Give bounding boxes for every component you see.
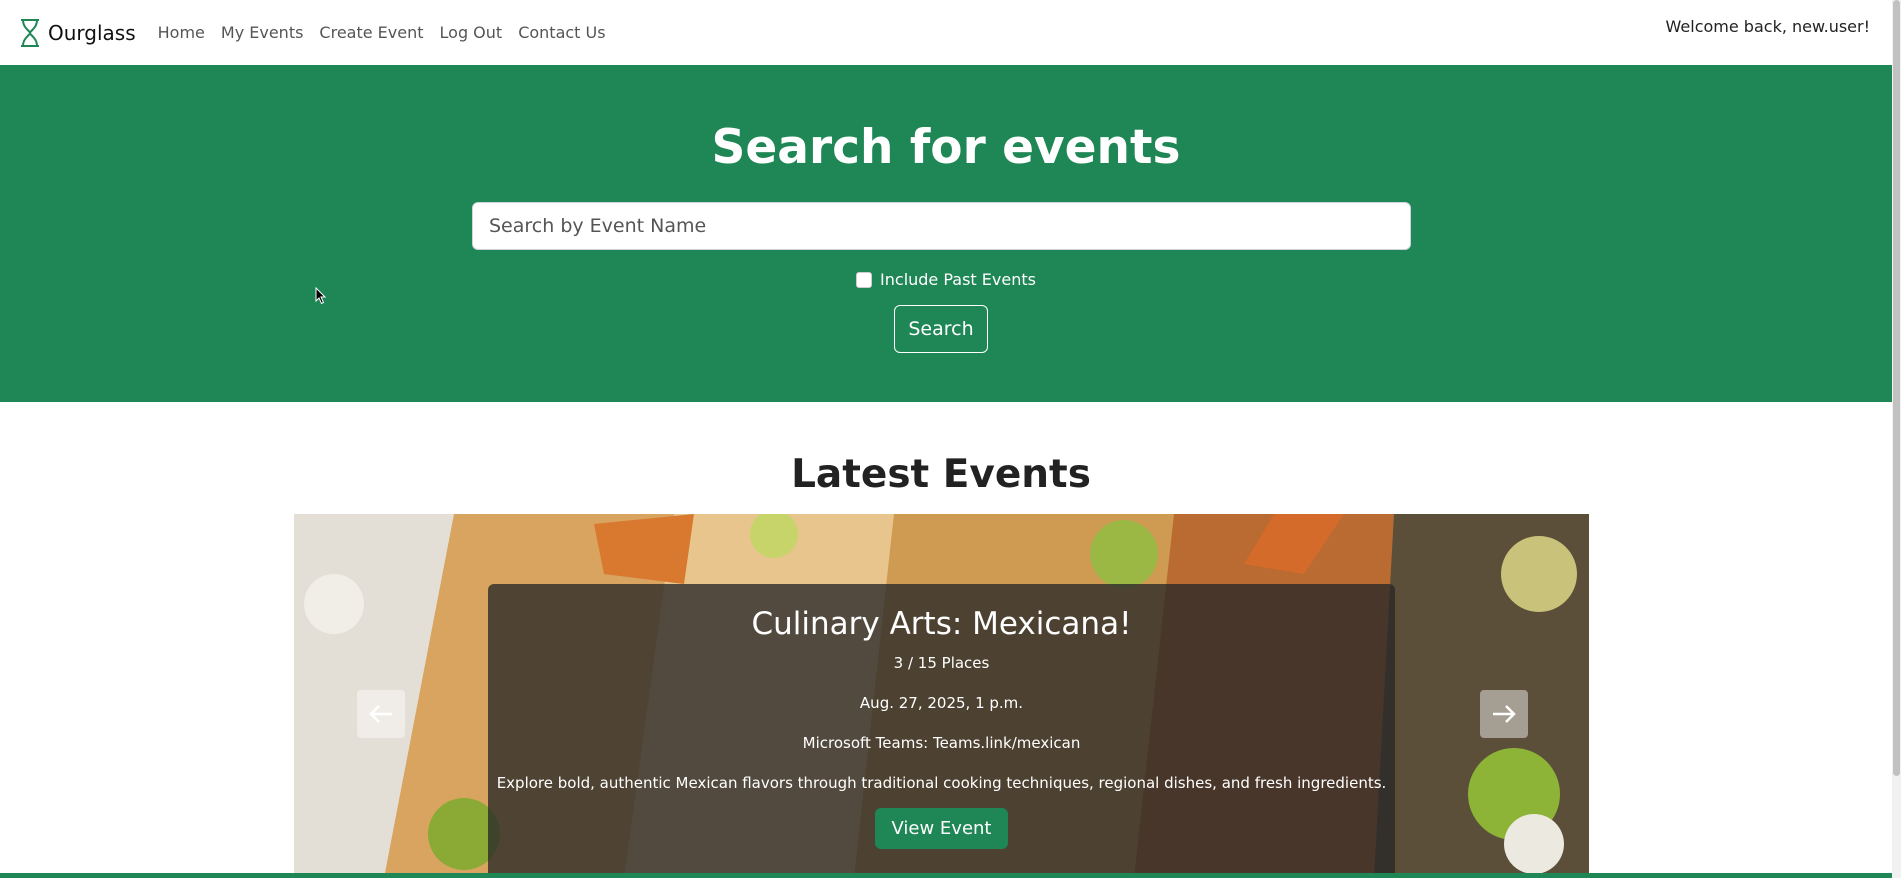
footer-accent-line	[0, 873, 1892, 878]
nav-links: Home My Events Create Event Log Out Cont…	[158, 23, 622, 42]
page-scrollbar[interactable]	[1892, 0, 1901, 878]
navbar: Ourglass Home My Events Create Event Log…	[0, 0, 1892, 65]
event-places: 3 / 15 Places	[893, 654, 990, 672]
search-input[interactable]	[472, 202, 1411, 250]
welcome-message: Welcome back, new.user!	[1665, 17, 1870, 36]
events-carousel: Culinary Arts: Mexicana! 3 / 15 Places A…	[294, 514, 1589, 878]
carousel-prev-button[interactable]	[357, 690, 405, 738]
nav-link-home[interactable]: Home	[158, 23, 205, 42]
arrow-left-icon	[369, 705, 392, 723]
carousel-next-button[interactable]	[1480, 690, 1528, 738]
hero-title: Search for events	[711, 120, 1181, 175]
brand-link[interactable]: Ourglass	[18, 18, 136, 48]
brand-name: Ourglass	[48, 20, 136, 45]
nav-link-contact-us[interactable]: Contact Us	[518, 23, 605, 42]
include-past-row: Include Past Events	[0, 270, 1892, 289]
latest-events-title: Latest Events	[791, 452, 1091, 497]
search-hero: Search for events Include Past Events Se…	[0, 65, 1892, 402]
event-caption: Culinary Arts: Mexicana! 3 / 15 Places A…	[488, 584, 1395, 878]
nav-link-my-events[interactable]: My Events	[221, 23, 304, 42]
nav-link-log-out[interactable]: Log Out	[440, 23, 503, 42]
hourglass-icon	[21, 18, 39, 47]
event-date: Aug. 27, 2025, 1 p.m.	[859, 694, 1024, 712]
event-description: Explore bold, authentic Mexican flavors …	[496, 774, 1387, 792]
event-title: Culinary Arts: Mexicana!	[751, 606, 1132, 642]
view-event-button[interactable]: View Event	[875, 808, 1008, 849]
cursor-icon	[315, 287, 327, 305]
search-button[interactable]: Search	[894, 305, 988, 353]
include-past-checkbox[interactable]	[856, 271, 873, 288]
nav-link-create-event[interactable]: Create Event	[319, 23, 423, 42]
event-location: Microsoft Teams: Teams.link/mexican	[802, 734, 1081, 752]
scrollbar-thumb[interactable]	[1893, 0, 1900, 776]
include-past-label[interactable]: Include Past Events	[880, 270, 1036, 289]
arrow-right-icon	[1493, 705, 1516, 723]
